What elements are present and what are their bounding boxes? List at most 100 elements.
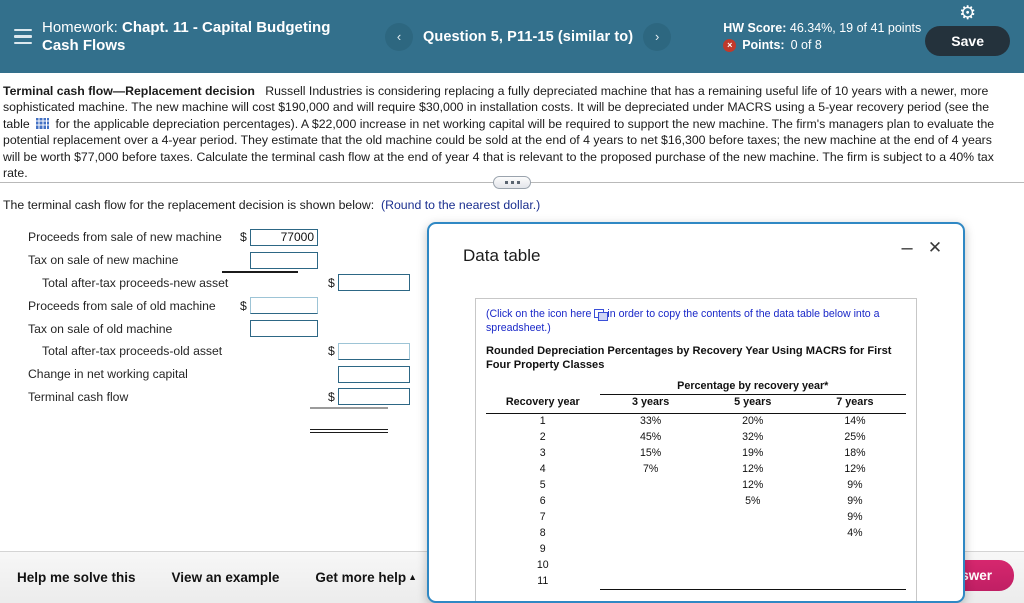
macrs-depreciation-table: Percentage by recovery year* Recovery ye… [486, 378, 906, 601]
help-me-solve-this-button[interactable]: Help me solve this [17, 570, 136, 585]
total-rule [310, 429, 388, 430]
cell-3yr [600, 541, 702, 557]
cell-5yr: 19% [742, 447, 764, 459]
rule-cell [599, 588, 702, 601]
proceeds-new-machine-input[interactable] [250, 228, 318, 246]
col-header-7-years: 7 years [836, 396, 874, 409]
expand-question-button[interactable] [493, 175, 531, 189]
save-button[interactable]: Save [925, 26, 1010, 56]
cell-5yr: 12% [742, 479, 764, 491]
dollar-sign: $ [328, 275, 335, 290]
points-label: Points: [742, 37, 785, 52]
hw-score-value: 46.34%, 19 of 41 points [789, 20, 922, 35]
input-slot-b [328, 365, 428, 383]
cell-7yr: 14% [844, 415, 866, 428]
question-topic: Terminal cash flow—Replacement decision [3, 84, 255, 98]
table-row: 9 [486, 541, 906, 557]
ellipsis-dot [510, 180, 514, 184]
column-header-row: Recovery year 3 years 5 years 7 years [486, 394, 906, 410]
subtotal-rule [310, 407, 388, 409]
next-question-button[interactable]: › [643, 22, 672, 51]
terminal-cash-flow-input[interactable] [338, 388, 410, 406]
cell-7yr: 9% [847, 495, 863, 507]
table-row: 4 7% 12% 12% [486, 461, 906, 477]
ellipsis-dot [516, 180, 520, 184]
incorrect-status-icon: × [723, 38, 737, 52]
cell-3yr [600, 477, 702, 493]
rule-cell [701, 588, 804, 601]
total-after-tax-new-asset-input[interactable] [338, 274, 410, 292]
dialog-title: Data table [463, 246, 541, 265]
dialog-content: (Click on the icon here in order to copy … [475, 298, 917, 601]
table-row: 11 [486, 573, 906, 589]
table-row: 8 4% [486, 525, 906, 541]
cell-7yr: 18% [844, 447, 866, 459]
row-label: Proceeds from sale of new machine [28, 230, 222, 245]
table-row: 6 5% 9% [486, 493, 906, 509]
col-header-5-years: 5 years [734, 396, 772, 409]
cell-5yr [702, 557, 804, 573]
cell-recovery-year: 8 [539, 527, 546, 539]
cell-3yr: 7% [642, 463, 659, 475]
dollar-sign: $ [328, 389, 335, 404]
cell-5yr: 20% [742, 415, 764, 428]
previous-question-button[interactable]: ‹ [385, 22, 413, 51]
total-after-tax-old-asset-input[interactable] [338, 342, 410, 360]
table-grid-icon[interactable] [36, 117, 50, 129]
hw-score-label: HW Score: [723, 20, 787, 35]
change-net-working-capital-input[interactable] [338, 365, 410, 383]
dollar-sign: $ [328, 344, 335, 359]
cell-5yr: 32% [742, 431, 764, 443]
gear-icon[interactable]: ⚙ [959, 4, 976, 23]
cell-7yr [804, 557, 906, 573]
copy-icon[interactable] [594, 309, 608, 321]
table-body: Percentage by recovery year* Recovery ye… [486, 378, 906, 601]
totals-rule [486, 588, 906, 601]
cell-7yr: 9% [847, 511, 863, 523]
cell-3yr: 33% [639, 415, 662, 428]
proceeds-old-machine-input[interactable] [250, 297, 318, 315]
cell-3yr: 15% [639, 447, 662, 459]
rounding-note: (Round to the nearest dollar.) [380, 198, 541, 212]
cell-recovery-year: 11 [537, 575, 549, 587]
tax-new-machine-input[interactable] [250, 251, 318, 269]
cell-3yr [600, 557, 702, 573]
hamburger-bar [14, 28, 32, 32]
cell-7yr: 25% [844, 431, 866, 443]
table-heading: Rounded Depreciation Percentages by Reco… [486, 345, 892, 371]
ellipsis-dot [504, 180, 508, 184]
page-title: Homework: Chapt. 11 - Capital Budgeting … [42, 19, 357, 55]
input-slot-a: $ [240, 228, 340, 246]
score-summary: HW Score: 46.34%, 19 of 41 points × Poin… [723, 20, 921, 54]
homework-label: Homework: [42, 18, 118, 36]
total-rule [310, 432, 388, 433]
cell-recovery-year: 5 [539, 479, 546, 491]
hamburger-bar [14, 41, 32, 45]
question-label: Question 5, P11-15 (similar to) [423, 28, 634, 45]
group-header-row: Percentage by recovery year* [486, 378, 906, 395]
get-more-help-label: Get more help [315, 570, 407, 585]
cell-5yr [702, 541, 804, 557]
row-label: Proceeds from sale of old machine [28, 298, 216, 313]
input-slot-a [240, 251, 340, 269]
question-text-part2: for the applicable depreciation percenta… [3, 116, 995, 181]
row-label: Change in net working capital [28, 367, 188, 382]
input-slot-b: $ [328, 342, 428, 360]
cell-5yr: 12% [742, 463, 764, 475]
col-header-3-years: 3 years [631, 396, 670, 409]
get-more-help-button[interactable]: Get more help ▲ [315, 570, 417, 585]
answer-intro-text: The terminal cash flow for the replaceme… [3, 198, 375, 212]
input-slot-b: $ [328, 274, 428, 292]
cell-3yr [600, 573, 702, 589]
table-row: 3 15% 19% 18% [486, 445, 906, 461]
points-value: 0 of 8 [790, 37, 822, 52]
cell-3yr [600, 525, 702, 541]
question-divider [0, 175, 1024, 189]
tax-old-machine-input[interactable] [250, 320, 318, 338]
close-icon[interactable]: ✕ [925, 238, 945, 258]
cell-recovery-year: 3 [539, 447, 546, 459]
view-an-example-button[interactable]: View an example [172, 570, 280, 585]
cell-3yr: 45% [639, 431, 662, 443]
minimize-icon[interactable]: – [897, 238, 917, 258]
hamburger-menu-icon[interactable] [6, 28, 40, 45]
